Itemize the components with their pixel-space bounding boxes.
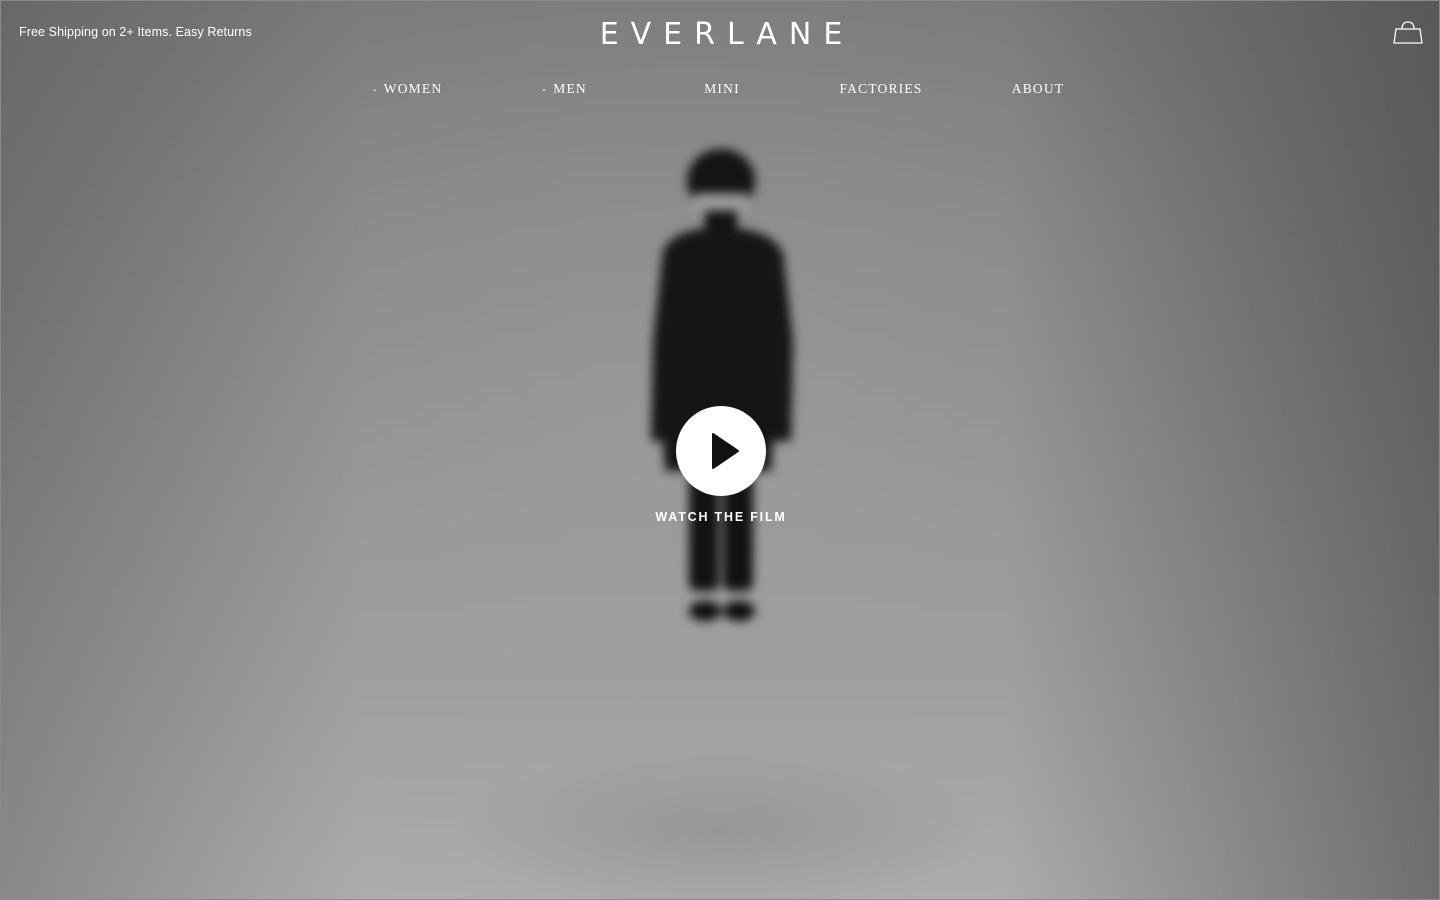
nav-item-factories[interactable]: FACTORIES: [801, 81, 961, 97]
watch-film-link[interactable]: WATCH THE FILM: [621, 510, 821, 524]
play-icon: [712, 433, 739, 469]
shopping-bag-icon[interactable]: [1391, 19, 1425, 47]
nav-item-label: MINI: [704, 81, 740, 96]
nav-item-label: ABOUT: [1011, 81, 1065, 96]
chevron-down-icon: ⌄: [541, 84, 549, 93]
nav-item-label: WOMEN: [383, 81, 443, 96]
watch-film-cta: WATCH THE FILM: [621, 406, 821, 524]
main-nav: ⌄ WOMEN ⌄ MEN MINI FACTORIES ABOUT: [1, 81, 1439, 101]
page: Free Shipping on 2+ Items. Easy Returns …: [0, 0, 1440, 900]
play-button[interactable]: [676, 406, 766, 496]
nav-item-mini[interactable]: MINI: [642, 81, 802, 97]
nav-item-men[interactable]: ⌄ MEN: [484, 81, 644, 97]
nav-item-label: FACTORIES: [839, 81, 923, 96]
nav-item-label: MEN: [553, 81, 587, 96]
chevron-down-icon: ⌄: [371, 84, 379, 93]
nav-item-women[interactable]: ⌄ WOMEN: [327, 81, 487, 97]
nav-item-about[interactable]: ABOUT: [958, 81, 1118, 97]
site-logo[interactable]: EVERLANE: [1, 17, 1439, 52]
